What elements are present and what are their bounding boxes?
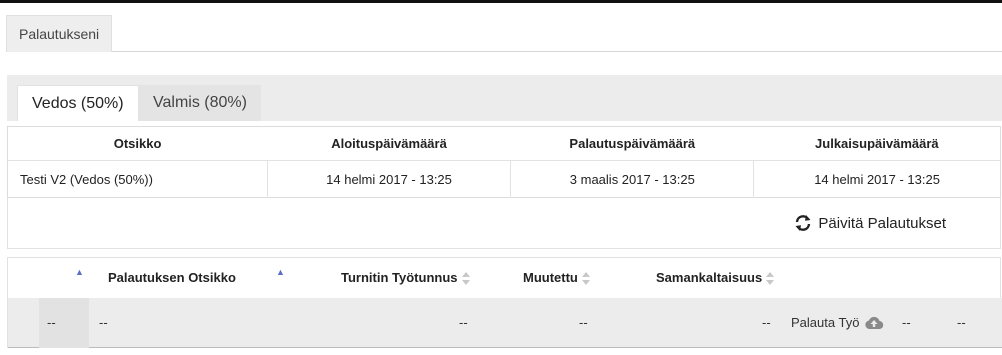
tab-draft[interactable]: Vedos (50%) [17, 85, 139, 121]
refresh-submissions-button[interactable]: Päivitä Palautukset [794, 212, 946, 234]
row-extra-2: -- [957, 315, 966, 330]
top-border [0, 0, 1002, 3]
part-tabs-panel: Vedos (50%) Valmis (80%) [7, 75, 1002, 121]
post-date: 14 helmi 2017 - 13:25 [814, 171, 940, 187]
header-modified-label: Muutettu [523, 270, 578, 285]
header-title: Otsikko [7, 126, 268, 161]
submit-paper-label: Palauta Työ [791, 315, 860, 330]
refresh-area: Päivitä Palautukset [7, 198, 1001, 249]
submit-paper-button[interactable]: Palauta Työ [791, 298, 884, 348]
sort-asc-icon[interactable]: ▲ [75, 267, 84, 277]
row-similarity: -- [762, 315, 771, 330]
header-due-date: Palautuspäivämäärä [510, 126, 754, 161]
table-row: -- -- -- -- -- Palauta Työ -- -- [8, 298, 1002, 348]
row-turnitin-id: -- [459, 315, 468, 330]
header-post-date: Julkaisupäivämäärä [753, 126, 1001, 161]
header-similarity-label: Samankaltaisuus [656, 270, 763, 285]
header-modified[interactable]: Muutettu [523, 258, 590, 298]
header-start-date: Aloituspäivämäärä [267, 126, 511, 161]
assignment-header-row: Otsikko Aloituspäivämäärä Palautuspäiväm… [7, 126, 1001, 161]
header-turnitin-id[interactable]: Turnitin Työtunnus [341, 258, 470, 298]
sort-asc-icon[interactable]: ▲ [276, 267, 285, 277]
refresh-label: Päivitä Palautukset [818, 214, 946, 232]
header-similarity[interactable]: Samankaltaisuus [656, 258, 775, 298]
submission-table: ▲ Palautuksen Otsikko ▲ Turnitin Työtunn… [7, 257, 1002, 348]
row-first-cell: -- [39, 298, 89, 348]
refresh-icon [795, 215, 811, 231]
start-date: 14 helmi 2017 - 13:25 [267, 160, 512, 198]
sort-icon [581, 271, 590, 287]
cloud-upload-icon [865, 316, 884, 330]
top-tab-bar: Palautukseni [6, 15, 1002, 52]
row-submission-title: -- [99, 315, 108, 330]
submission-header-row: ▲ Palautuksen Otsikko ▲ Turnitin Työtunn… [8, 258, 1002, 298]
tab-my-submissions[interactable]: Palautukseni [6, 15, 113, 52]
row-extra-1: -- [902, 315, 911, 330]
assignment-title: Testi V2 (Vedos (50%)) [7, 160, 268, 198]
table-row: Testi V2 (Vedos (50%)) 14 helmi 2017 - 1… [7, 160, 1001, 198]
header-turnitin-id-label: Turnitin Työtunnus [341, 270, 458, 285]
row-modified: -- [579, 315, 588, 330]
header-submission-title[interactable]: Palautuksen Otsikko [108, 258, 236, 298]
due-date: 3 maalis 2017 - 13:25 [510, 160, 755, 198]
tab-final[interactable]: Valmis (80%) [139, 85, 261, 121]
assignment-table: Otsikko Aloituspäivämäärä Palautuspäiväm… [7, 126, 1001, 198]
sort-icon [461, 271, 470, 287]
sort-icon [766, 271, 775, 287]
